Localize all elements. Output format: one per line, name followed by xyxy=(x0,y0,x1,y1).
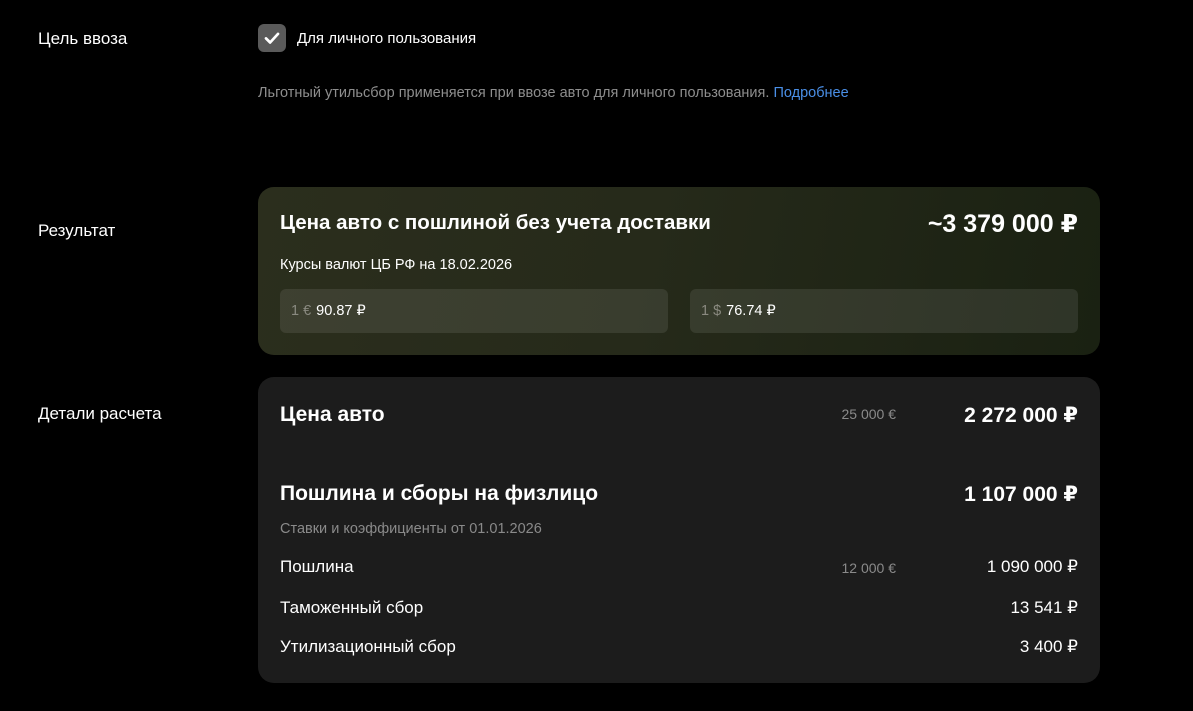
customs-fee-name: Таможенный сбор xyxy=(280,598,424,617)
util-fee-hint: Льготный утильсбор применяется при ввозе… xyxy=(258,85,849,101)
page: Цель ввоза Для личного пользования Льгот… xyxy=(0,0,1193,711)
personal-use-checkbox[interactable] xyxy=(258,24,286,52)
recycling-fee-rub: 3 400 ₽ xyxy=(1019,637,1078,656)
usd-rate-value: 76.74 ₽ xyxy=(726,303,776,319)
usd-rate-box: 1 $ 76.74 ₽ xyxy=(690,289,1078,333)
util-fee-hint-text: Льготный утильсбор применяется при ввозе… xyxy=(258,85,770,101)
eur-rate-value: 90.87 ₽ xyxy=(316,303,366,319)
more-info-link[interactable]: Подробнее xyxy=(773,85,848,101)
eur-rate-unit: 1 € xyxy=(291,303,312,319)
fees-rub: 1 107 000 ₽ xyxy=(964,483,1078,506)
details-label: Детали расчета xyxy=(38,404,162,423)
fees-name: Пошлина и сборы на физлицо xyxy=(280,482,599,505)
eur-rate-box: 1 € 90.87 ₽ xyxy=(280,289,668,333)
result-total: ~3 379 000 ₽ xyxy=(927,210,1078,238)
purpose-label: Цель ввоза xyxy=(38,29,128,48)
duty-eur: 12 000 € xyxy=(841,560,897,576)
duty-rub: 1 090 000 ₽ xyxy=(986,557,1078,576)
result-title: Цена авто с пошлиной без учета доставки xyxy=(280,211,711,234)
exchange-rates-caption: Курсы валют ЦБ РФ на 18.02.2026 xyxy=(280,257,513,273)
personal-use-label: Для личного пользования xyxy=(297,29,477,47)
duty-name: Пошлина xyxy=(280,557,354,576)
result-card: Цена авто с пошлиной без учета доставки … xyxy=(258,187,1100,355)
checkmark-icon xyxy=(264,32,280,44)
customs-fee-rub: 13 541 ₽ xyxy=(1010,598,1078,617)
rates-date: Ставки и коэффициенты от 01.01.2026 xyxy=(280,521,542,537)
usd-rate-unit: 1 $ xyxy=(701,303,722,319)
result-label: Результат xyxy=(38,221,116,240)
personal-use-checkbox-row[interactable]: Для личного пользования xyxy=(258,24,476,52)
details-card: Цена авто 25 000 € 2 272 000 ₽ Пошлина и… xyxy=(258,377,1100,683)
car-price-eur: 25 000 € xyxy=(841,406,897,422)
car-price-rub: 2 272 000 ₽ xyxy=(964,404,1078,427)
recycling-fee-name: Утилизационный сбор xyxy=(280,637,456,656)
car-price-name: Цена авто xyxy=(280,403,385,426)
